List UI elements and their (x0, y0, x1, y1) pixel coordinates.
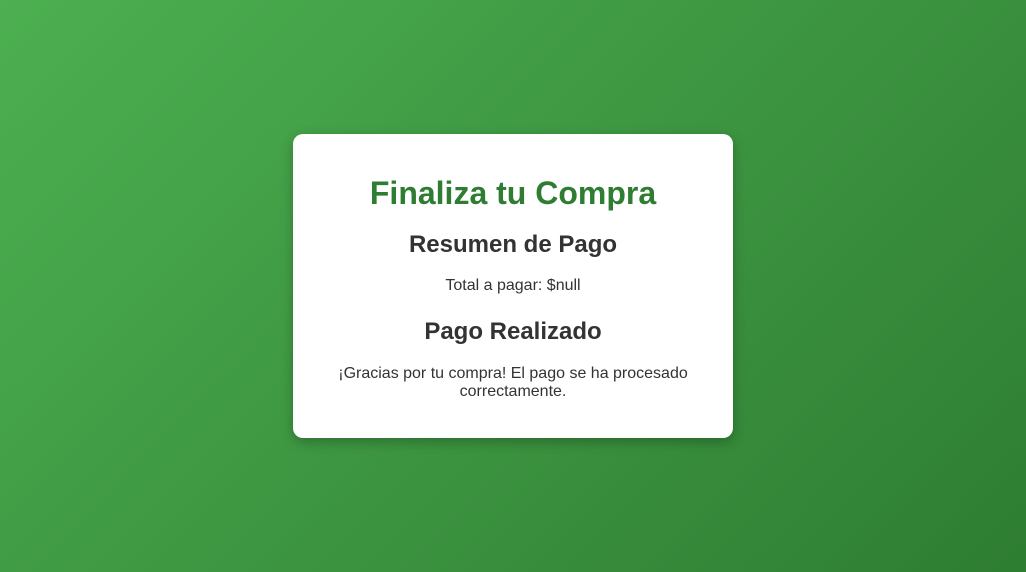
payment-done-heading: Pago Realizado (424, 318, 602, 345)
total-value: $null (546, 277, 581, 294)
payment-summary-heading: Resumen de Pago (408, 231, 618, 258)
checkout-card: Finaliza tu Compra Resumen de Pago Total… (293, 134, 733, 438)
total-label: Total a pagar: (445, 277, 547, 294)
page-title: Finaliza tu Compra (369, 175, 657, 211)
total-line: Total a pagar: $null (293, 277, 733, 295)
confirmation-message: ¡Gracias por tu compra! El pago se ha pr… (338, 365, 688, 400)
